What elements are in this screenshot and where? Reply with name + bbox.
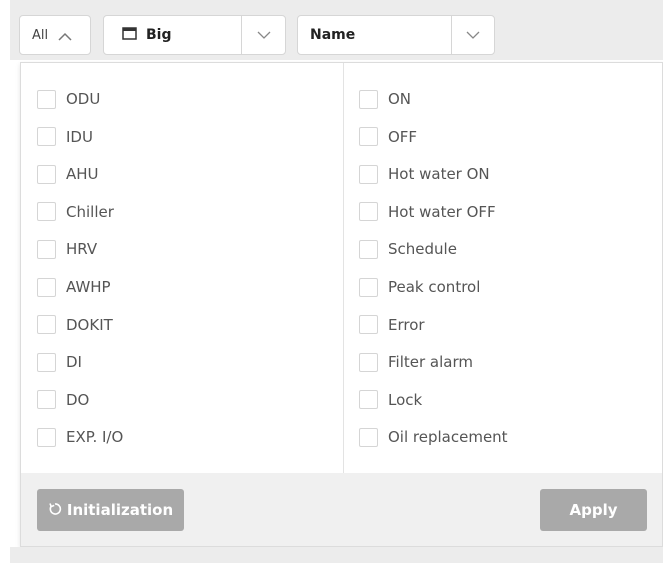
device-type-option[interactable]: Chiller: [37, 199, 114, 225]
checkbox[interactable]: [37, 427, 56, 447]
status-option-label: Error: [388, 315, 425, 334]
status-option[interactable]: Schedule: [359, 236, 457, 262]
status-option-label: Oil replacement: [388, 428, 508, 447]
all-filter-label: All: [32, 27, 49, 43]
initialization-button[interactable]: Initialization: [37, 489, 184, 531]
checkbox[interactable]: [359, 239, 378, 259]
status-option[interactable]: Peak control: [359, 274, 480, 300]
status-option-label: OFF: [388, 127, 418, 146]
refresh-icon: [48, 502, 62, 520]
panel-footer: Initialization Apply: [21, 473, 662, 546]
status-option[interactable]: OFF: [359, 124, 417, 150]
checkbox[interactable]: [359, 202, 378, 222]
device-type-option[interactable]: DOKIT: [37, 312, 113, 338]
filter-dropdown-panel: ODU IDU AHU Chiller HRV AWHP DOKIT DI DO EXP. I/O…: [20, 62, 663, 547]
device-type-option-label: EXP. I/O: [66, 428, 124, 447]
device-type-option[interactable]: AHU: [37, 161, 99, 187]
device-type-option-label: HRV: [66, 240, 98, 259]
checkbox[interactable]: [37, 277, 56, 297]
size-select-value-group: Big: [122, 16, 172, 54]
device-type-option[interactable]: IDU: [37, 124, 93, 150]
apply-button[interactable]: Apply: [540, 489, 647, 531]
sort-select-value: Name: [310, 27, 356, 43]
checkbox[interactable]: [37, 352, 56, 372]
device-type-option-label: AWHP: [66, 278, 111, 296]
status-option[interactable]: Error: [359, 312, 425, 338]
size-select[interactable]: Big: [103, 15, 286, 55]
initialization-label: Initialization: [66, 501, 174, 519]
checkbox[interactable]: [37, 127, 56, 147]
sort-select[interactable]: Name: [297, 15, 495, 55]
status-option[interactable]: Oil replacement: [359, 424, 508, 450]
checkbox[interactable]: [37, 390, 56, 410]
status-option-label: Filter alarm: [388, 353, 473, 372]
apply-label: Apply: [569, 501, 618, 519]
device-type-option-label: DOKIT: [66, 315, 113, 334]
device-type-option[interactable]: HRV: [37, 236, 97, 262]
device-type-option[interactable]: DO: [37, 387, 89, 413]
status-option[interactable]: Filter alarm: [359, 349, 473, 375]
column-divider: [343, 63, 344, 473]
chevron-up-icon: [58, 26, 72, 45]
checkbox[interactable]: [37, 202, 56, 222]
device-type-option-label: ODU: [66, 90, 101, 108]
checkbox[interactable]: [359, 315, 378, 335]
chevron-down-icon[interactable]: [452, 16, 494, 54]
checkbox[interactable]: [37, 164, 56, 184]
status-option-label: Lock: [388, 390, 423, 409]
status-option[interactable]: Lock: [359, 387, 422, 413]
checkbox[interactable]: [37, 239, 56, 259]
chevron-down-icon[interactable]: [242, 16, 285, 54]
status-option-label: Hot water OFF: [388, 202, 496, 221]
device-type-option-label: DI: [66, 353, 82, 372]
checkbox[interactable]: [359, 164, 378, 184]
device-type-option-label: IDU: [66, 127, 93, 146]
checkbox[interactable]: [359, 277, 378, 297]
checkbox[interactable]: [359, 89, 378, 109]
status-option-label: Schedule: [388, 240, 457, 259]
status-option-label: ON: [388, 90, 412, 108]
checkbox[interactable]: [37, 315, 56, 335]
device-type-option-label: DO: [66, 390, 90, 409]
status-option[interactable]: Hot water ON: [359, 161, 490, 187]
device-type-option[interactable]: EXP. I/O: [37, 424, 123, 450]
background-strip: [10, 547, 663, 563]
checkbox[interactable]: [359, 352, 378, 372]
status-option-label: Peak control: [388, 278, 481, 296]
device-type-option[interactable]: ODU: [37, 86, 100, 112]
device-type-option[interactable]: DI: [37, 349, 82, 375]
window-icon: [122, 26, 137, 44]
status-option[interactable]: Hot water OFF: [359, 199, 496, 225]
checkbox[interactable]: [359, 427, 378, 447]
device-type-option-label: Chiller: [66, 202, 114, 221]
status-option[interactable]: ON: [359, 86, 411, 112]
device-type-option[interactable]: AWHP: [37, 274, 111, 300]
status-option-label: Hot water ON: [388, 165, 490, 184]
checkbox[interactable]: [359, 127, 378, 147]
device-type-option-label: AHU: [66, 165, 99, 184]
checkbox[interactable]: [37, 89, 56, 109]
size-select-value: Big: [146, 27, 172, 43]
all-filter-toggle[interactable]: All: [19, 15, 91, 55]
checkbox[interactable]: [359, 390, 378, 410]
